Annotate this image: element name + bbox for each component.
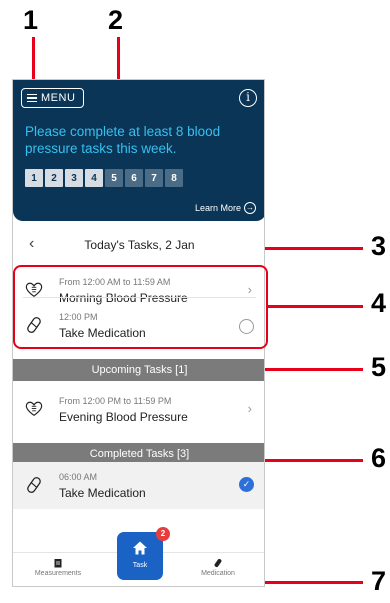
progress-step-7: 7	[145, 169, 163, 187]
callout-number-4: 4	[371, 288, 387, 318]
weekly-progress-tracker: 1 2 3 4 5 6 7 8	[25, 169, 183, 187]
nav-measurements[interactable]: Measurements	[27, 558, 89, 577]
callout-number-7: 7	[371, 566, 387, 596]
nav-measurements-label: Measurements	[34, 570, 82, 577]
menu-highlight	[20, 87, 34, 105]
clipboard-icon	[54, 559, 62, 568]
progress-step-1: 1	[25, 169, 43, 187]
nav-medication-label: Medication	[201, 570, 235, 577]
date-navigator: ‹ Today's Tasks, 2 Jan	[13, 231, 264, 259]
progress-step-2: 2	[45, 169, 63, 187]
task-row-evening-blood-pressure[interactable]: From 12:00 PM to 11:59 PM Evening Blood …	[13, 386, 264, 433]
callout-line-4	[268, 305, 363, 308]
callout-number-2: 2	[108, 5, 124, 35]
menu-label: MENU	[41, 92, 76, 104]
task-name: Evening Blood Pressure	[59, 410, 188, 424]
checkmark-icon[interactable]: ✓	[239, 477, 254, 492]
todays-tasks-title: Today's Tasks, 2 Jan	[84, 238, 195, 252]
nav-medication[interactable]: Medication	[191, 558, 245, 577]
notification-badge: 2	[156, 527, 170, 541]
task-row-completed-medication[interactable]: 06:00 AM Take Medication ✓	[13, 462, 264, 509]
callout-number-3: 3	[371, 231, 387, 261]
progress-step-8: 8	[165, 169, 183, 187]
arrow-right-circle-icon: →	[244, 202, 256, 214]
task-name: Take Medication	[59, 486, 146, 500]
progress-step-6: 6	[125, 169, 143, 187]
task-time: From 12:00 PM to 11:59 PM	[59, 396, 172, 406]
learn-more-label: Learn More	[194, 203, 241, 213]
callout-number-6: 6	[371, 443, 387, 473]
today-tasks-highlight	[13, 265, 268, 349]
learn-more-link[interactable]: Learn More →	[195, 202, 256, 214]
home-icon	[133, 541, 147, 555]
callout-number-1: 1	[23, 5, 39, 35]
callout-number-5: 5	[371, 352, 387, 382]
heart-icon	[25, 401, 43, 417]
progress-step-5: 5	[105, 169, 123, 187]
weekly-goal-message: Please complete at least 8 blood pressur…	[25, 124, 221, 156]
progress-step-4: 4	[85, 169, 103, 187]
chevron-right-icon: ›	[247, 401, 252, 416]
task-home-button[interactable]: Task	[117, 532, 163, 580]
progress-step-3: 3	[65, 169, 83, 187]
task-label: Task	[132, 562, 148, 569]
pill-icon	[27, 477, 41, 493]
info-icon[interactable]: i	[239, 89, 257, 107]
weekly-goal-banner: MENU i Please complete at least 8 blood …	[13, 80, 264, 221]
task-time: 06:00 AM	[59, 472, 98, 482]
upcoming-tasks-header[interactable]: Upcoming Tasks [1]	[13, 359, 264, 381]
pill-icon	[214, 558, 222, 568]
